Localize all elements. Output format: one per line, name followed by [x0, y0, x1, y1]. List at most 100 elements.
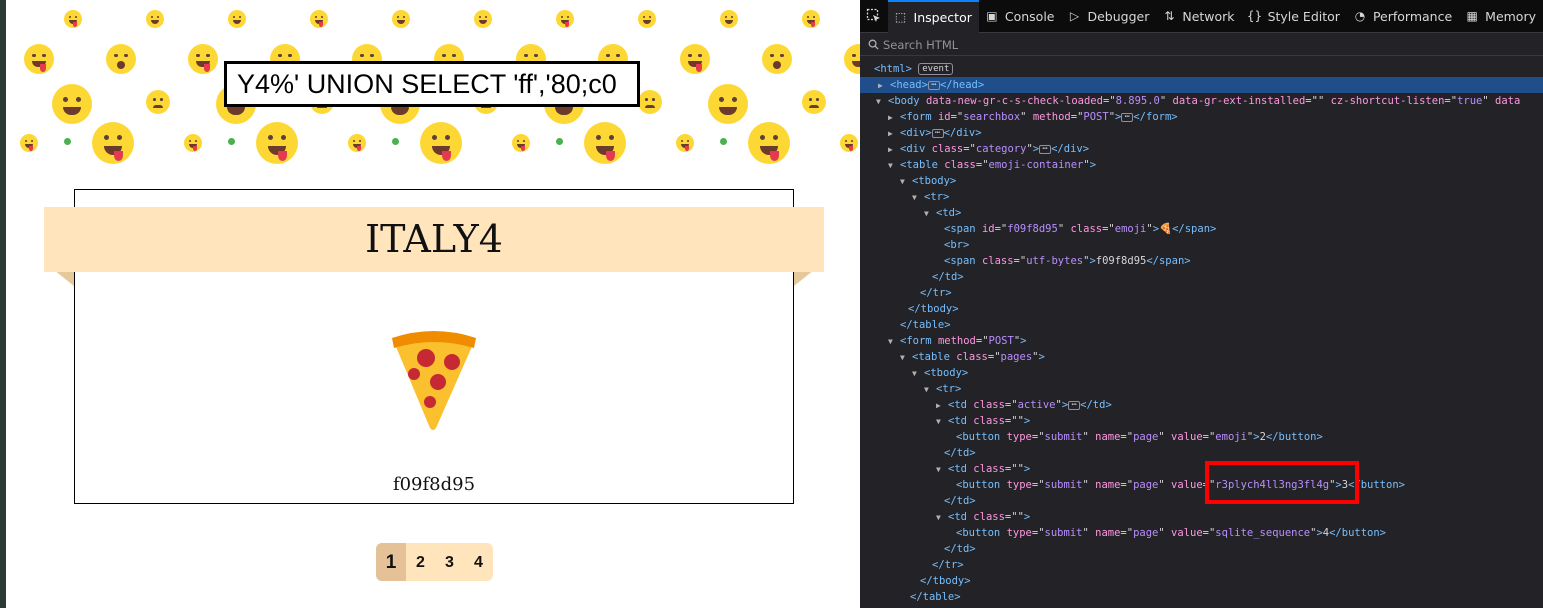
node-table-emoji-container[interactable]: ▼ <table class="emoji-container"> [860, 157, 1543, 173]
node-span-utf-bytes[interactable]: <span class="utf-bytes">f09f8d95</span> [860, 253, 1543, 269]
node-span-emoji[interactable]: <span id="f09f8d95" class="emoji">🍕</spa… [860, 221, 1543, 237]
tab-memory[interactable]: ▦ Memory [1459, 0, 1543, 33]
node-div-category[interactable]: ▶ <div class="category"> ⋯ </div> [860, 141, 1543, 157]
expanded-arrow-icon[interactable]: ▼ [900, 350, 912, 366]
node-tr-close[interactable]: </tr> [860, 557, 1543, 573]
expanded-arrow-icon[interactable]: ▼ [912, 190, 924, 206]
emoji-dot-icon [392, 138, 399, 145]
emoji-face-icon [146, 10, 164, 28]
emoji-face-icon [638, 90, 662, 114]
collapsed-arrow-icon[interactable]: ▶ [888, 126, 900, 142]
node-td-close[interactable]: </td> [860, 269, 1543, 285]
emoji-face-icon [802, 10, 820, 28]
expanded-arrow-icon[interactable]: ▼ [936, 462, 948, 478]
tab-console[interactable]: ▣ Console [979, 0, 1062, 33]
node-tr-pages[interactable]: ▼ <tr> [860, 381, 1543, 397]
node-td-close[interactable]: </td> [860, 445, 1543, 461]
expanded-arrow-icon[interactable]: ▼ [888, 334, 900, 350]
node-td-page3[interactable]: ▼ <td class=""> [860, 461, 1543, 477]
ellipsis-icon[interactable]: ⋯ [931, 128, 944, 138]
emoji-face-icon [802, 90, 826, 114]
emoji-face-icon [762, 44, 792, 74]
emoji-face-icon [680, 44, 710, 74]
markup-tree: <html> event ▶ <head> ⋯ </head> ▼ <body data… [860, 61, 1543, 605]
emoji-face-icon [64, 10, 82, 28]
ellipsis-icon[interactable]: ⋯ [1121, 112, 1134, 122]
node-body[interactable]: ▼ <body data-new-gr-c-s-check-loaded="8.8… [860, 93, 1543, 109]
page-button-4[interactable]: 4 [464, 543, 493, 581]
node-td-page2[interactable]: ▼ <td class=""> [860, 413, 1543, 429]
emoji-face-icon [720, 10, 738, 28]
node-button-page4[interactable]: <button type="submit" name="page" value=… [860, 525, 1543, 541]
expanded-arrow-icon[interactable]: ▼ [876, 94, 888, 110]
emoji-face-icon [24, 44, 54, 74]
node-td-close[interactable]: </td> [860, 541, 1543, 557]
tab-style-editor[interactable]: {} Style Editor [1242, 0, 1347, 33]
expanded-arrow-icon[interactable]: ▼ [936, 510, 948, 526]
emoji-face-icon [106, 44, 136, 74]
tab-network[interactable]: ⇅ Network [1156, 0, 1241, 33]
expanded-arrow-icon[interactable]: ▼ [912, 366, 924, 382]
memory-icon: ▦ [1466, 9, 1478, 23]
node-td-active[interactable]: ▶ <td class="active"> ⋯ </td> [860, 397, 1543, 413]
category-title: ITALY4 [365, 217, 503, 261]
node-br[interactable]: <br> [860, 237, 1543, 253]
node-div[interactable]: ▶ <div> ⋯ </div> [860, 125, 1543, 141]
tab-inspector[interactable]: ⬚ Inspector [887, 0, 979, 33]
expanded-arrow-icon[interactable]: ▼ [888, 158, 900, 174]
node-table-pages[interactable]: ▼ <table class="pages"> [860, 349, 1543, 365]
node-td-page4[interactable]: ▼ <td class=""> [860, 509, 1543, 525]
search-input-value: Y4%' UNION SELECT 'ff','80;c0 [237, 69, 617, 99]
ellipsis-icon[interactable]: ⋯ [1068, 400, 1081, 410]
element-picker-icon[interactable] [860, 0, 888, 33]
node-button-page3[interactable]: <button type="submit" name="page" value=… [860, 477, 1543, 493]
emoji-face-icon [708, 84, 748, 124]
emoji-face-icon [256, 122, 298, 164]
search-input[interactable]: Y4%' UNION SELECT 'ff','80;c0 [224, 61, 640, 107]
event-badge[interactable]: event [918, 63, 954, 75]
html-search-input[interactable] [883, 37, 1483, 52]
expanded-arrow-icon[interactable]: ▼ [936, 414, 948, 430]
node-table-close[interactable]: </table> [860, 317, 1543, 333]
ellipsis-icon[interactable]: ⋯ [927, 80, 940, 90]
node-tbody-close[interactable]: </tbody> [860, 301, 1543, 317]
performance-icon: ◔ [1354, 9, 1366, 23]
tab-debugger[interactable]: ▷ Debugger [1061, 0, 1156, 33]
node-tr-close[interactable]: </tr> [860, 285, 1543, 301]
emoji-face-icon [228, 10, 246, 28]
node-td-close[interactable]: </td> [860, 493, 1543, 509]
node-head[interactable]: ▶ <head> ⋯ </head> [860, 77, 1543, 93]
emoji-face-icon [584, 122, 626, 164]
node-button-page2[interactable]: <button type="submit" name="page" value=… [860, 429, 1543, 445]
node-form-pages[interactable]: ▼ <form method="POST"> [860, 333, 1543, 349]
page-button-3[interactable]: 3 [435, 543, 464, 581]
node-tbody[interactable]: ▼ <tbody> [860, 173, 1543, 189]
expanded-arrow-icon[interactable]: ▼ [924, 382, 936, 398]
node-tr[interactable]: ▼ <tr> [860, 189, 1543, 205]
page-button-2[interactable]: 2 [406, 543, 435, 581]
flag-highlight-box [1205, 461, 1359, 504]
emoji-dot-icon [228, 138, 235, 145]
node-table-close[interactable]: </table> [860, 589, 1543, 605]
node-tbody-pages[interactable]: ▼ <tbody> [860, 365, 1543, 381]
collapsed-arrow-icon[interactable]: ▶ [878, 78, 890, 94]
expanded-arrow-icon[interactable]: ▼ [924, 206, 936, 222]
expanded-arrow-icon[interactable]: ▼ [900, 174, 912, 190]
inspector-icon: ⬚ [894, 10, 907, 24]
collapsed-arrow-icon[interactable]: ▶ [888, 142, 900, 158]
webpage-viewport: Y4%' UNION SELECT 'ff','80;c0 ITALY4 f09… [0, 0, 860, 608]
page-button-1[interactable]: 1 [376, 543, 406, 581]
ellipsis-icon[interactable]: ⋯ [1039, 144, 1052, 154]
search-icon [868, 39, 879, 50]
emoji-face-icon [348, 134, 366, 152]
tab-performance[interactable]: ◔ Performance [1347, 0, 1459, 33]
collapsed-arrow-icon[interactable]: ▶ [936, 398, 948, 414]
emoji-face-icon [840, 134, 858, 152]
emoji-face-icon [310, 10, 328, 28]
node-td[interactable]: ▼ <td> [860, 205, 1543, 221]
style-editor-icon: {} [1246, 9, 1263, 23]
node-html[interactable]: <html> event [860, 61, 1543, 77]
collapsed-arrow-icon[interactable]: ▶ [888, 110, 900, 126]
node-form-searchbox[interactable]: ▶ <form id="searchbox" method="POST"> ⋯ </f… [860, 109, 1543, 125]
node-tbody-close[interactable]: </tbody> [860, 573, 1543, 589]
